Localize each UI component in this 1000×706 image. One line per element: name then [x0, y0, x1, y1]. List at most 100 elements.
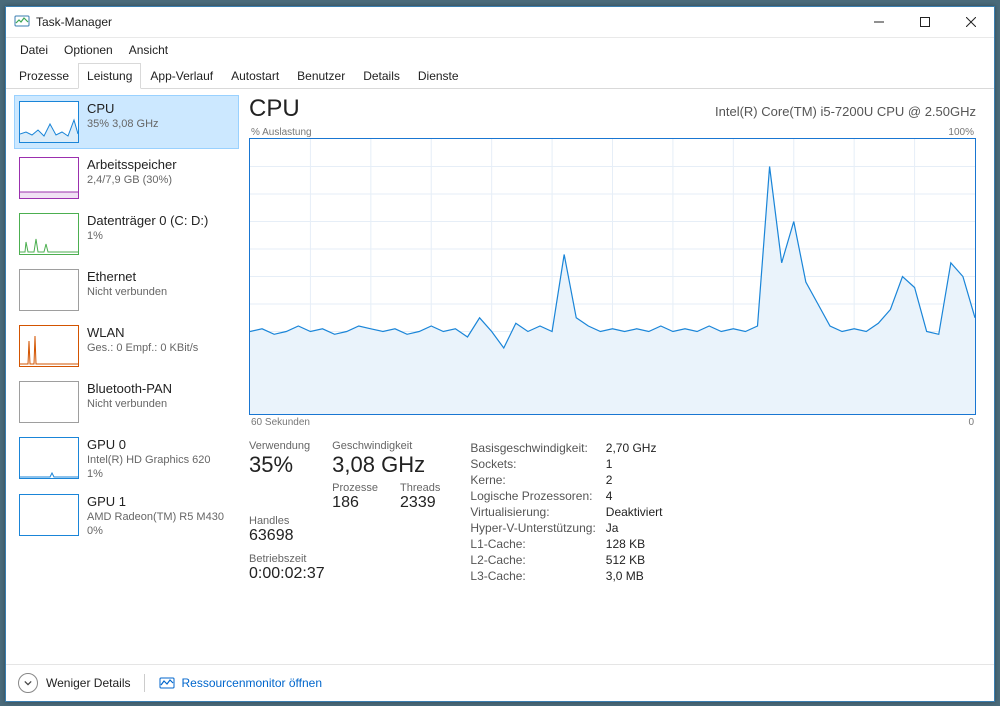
tab-dienste[interactable]: Dienste [409, 63, 468, 88]
info-value: 128 KB [606, 536, 673, 552]
speed-value: 3,08 GHz [332, 452, 440, 478]
separator [144, 674, 145, 692]
usage-label: Verwendung [249, 440, 310, 452]
sidebar-item-title: Ethernet [87, 269, 167, 284]
usage-value: 35% [249, 452, 310, 478]
chart-y-max: 100% [948, 127, 974, 138]
info-key: Kerne: [470, 472, 605, 488]
minimize-button[interactable] [856, 7, 902, 37]
info-key: Sockets: [470, 456, 605, 472]
sidebar-item-subtitle: 2,4/7,9 GB (30%) [87, 174, 177, 186]
info-key: Logische Prozessoren: [470, 488, 605, 504]
footer-bar: Weniger Details Ressourcenmonitor öffnen [6, 664, 994, 701]
window-title: Task-Manager [36, 15, 112, 29]
close-button[interactable] [948, 7, 994, 37]
menu-ansicht[interactable]: Ansicht [123, 40, 174, 60]
cpu-stats-detail: Basisgeschwindigkeit:2,70 GHzSockets:1Ke… [470, 440, 672, 584]
info-key: L1-Cache: [470, 536, 605, 552]
performance-sidebar: CPU 35% 3,08 GHz Arbeitsspeicher 2,4/7,9 GB… [6, 89, 239, 665]
processes-value: 186 [332, 494, 378, 512]
cpu-pane: CPU Intel(R) Core(TM) i5-7200U CPU @ 2.5… [239, 89, 994, 665]
info-value: 1 [606, 456, 673, 472]
task-manager-window: Task-Manager DateiOptionenAnsicht Prozes… [5, 6, 995, 702]
uptime-value: 0:00:02:37 [249, 565, 440, 583]
threads-value: 2339 [400, 494, 440, 512]
sidebar-item-subtitle: AMD Radeon(TM) R5 M430 [87, 511, 224, 523]
sidebar-item-subtitle: Nicht verbunden [87, 286, 167, 298]
sidebar-item-subtitle: Ges.: 0 Empf.: 0 KBit/s [87, 342, 198, 354]
pane-title: CPU [249, 95, 300, 123]
chart-x-right: 0 [968, 417, 974, 428]
info-value: 2 [606, 472, 673, 488]
info-key: L2-Cache: [470, 552, 605, 568]
sidebar-item-bluetooth-pan[interactable]: Bluetooth-PAN Nicht verbunden [14, 375, 239, 429]
sidebar-thumbnail [19, 269, 79, 311]
sidebar-item-subtitle: Intel(R) HD Graphics 620 [87, 454, 211, 466]
sidebar-item-title: Datenträger 0 (C: D:) [87, 213, 208, 228]
sidebar-item-subtitle2: 1% [87, 468, 211, 480]
sidebar-item-subtitle: 35% 3,08 GHz [87, 118, 159, 130]
fewer-details-button[interactable]: Weniger Details [18, 673, 130, 693]
sidebar-item-subtitle: 1% [87, 230, 208, 242]
menu-optionen[interactable]: Optionen [58, 40, 119, 60]
info-value: 3,0 MB [606, 568, 673, 584]
tab-autostart[interactable]: Autostart [222, 63, 288, 88]
sidebar-thumbnail [19, 381, 79, 423]
sidebar-item-title: GPU 0 [87, 437, 211, 452]
chevron-up-icon [18, 673, 38, 693]
threads-label: Threads [400, 482, 440, 494]
uptime-label: Betriebszeit [249, 553, 440, 565]
menu-datei[interactable]: Datei [14, 40, 54, 60]
info-key: L3-Cache: [470, 568, 605, 584]
cpu-utilization-chart [249, 138, 976, 415]
handles-label: Handles [249, 515, 310, 527]
sidebar-item-datentr-ger-0-c-d-[interactable]: Datenträger 0 (C: D:) 1% [14, 207, 239, 261]
sidebar-item-wlan[interactable]: WLAN Ges.: 0 Empf.: 0 KBit/s [14, 319, 239, 373]
info-key: Virtualisierung: [470, 504, 605, 520]
sidebar-item-arbeitsspeicher[interactable]: Arbeitsspeicher 2,4/7,9 GB (30%) [14, 151, 239, 205]
cpu-model: Intel(R) Core(TM) i5-7200U CPU @ 2.50GHz [715, 104, 976, 119]
info-value: 2,70 GHz [606, 440, 673, 456]
menu-bar: DateiOptionenAnsicht [6, 38, 994, 62]
speed-label: Geschwindigkeit [332, 440, 440, 452]
sidebar-item-gpu-1[interactable]: GPU 1 AMD Radeon(TM) R5 M430 0% [14, 488, 239, 543]
sidebar-item-gpu-0[interactable]: GPU 0 Intel(R) HD Graphics 620 1% [14, 431, 239, 486]
sidebar-item-ethernet[interactable]: Ethernet Nicht verbunden [14, 263, 239, 317]
sidebar-thumbnail [19, 325, 79, 367]
handles-value: 63698 [249, 527, 310, 545]
sidebar-item-title: Arbeitsspeicher [87, 157, 177, 172]
sidebar-item-title: GPU 1 [87, 494, 224, 509]
sidebar-thumbnail [19, 213, 79, 255]
sidebar-thumbnail [19, 101, 79, 143]
info-key: Hyper-V-Unterstützung: [470, 520, 605, 536]
info-value: 512 KB [606, 552, 673, 568]
chart-x-left: 60 Sekunden [251, 417, 310, 428]
sidebar-thumbnail [19, 494, 79, 536]
sidebar-item-cpu[interactable]: CPU 35% 3,08 GHz [14, 95, 239, 149]
sidebar-item-subtitle2: 0% [87, 525, 224, 537]
sidebar-thumbnail [19, 437, 79, 479]
processes-label: Prozesse [332, 482, 378, 494]
info-value: Ja [606, 520, 673, 536]
info-key: Basisgeschwindigkeit: [470, 440, 605, 456]
sidebar-item-subtitle: Nicht verbunden [87, 398, 172, 410]
info-value: Deaktiviert [606, 504, 673, 520]
sidebar-item-title: CPU [87, 101, 159, 116]
sidebar-item-title: Bluetooth-PAN [87, 381, 172, 396]
tab-app-verlauf[interactable]: App-Verlauf [141, 63, 222, 88]
resource-monitor-icon [159, 675, 175, 691]
tab-prozesse[interactable]: Prozesse [10, 63, 78, 88]
tab-benutzer[interactable]: Benutzer [288, 63, 354, 88]
tab-details[interactable]: Details [354, 63, 409, 88]
info-value: 4 [606, 488, 673, 504]
app-icon [14, 13, 36, 32]
sidebar-item-title: WLAN [87, 325, 198, 340]
chart-y-label: % Auslastung [251, 127, 312, 138]
sidebar-thumbnail [19, 157, 79, 199]
cpu-stats-primary: Verwendung 35% Geschwindigkeit 3,08 GHz … [249, 440, 440, 584]
maximize-button[interactable] [902, 7, 948, 37]
titlebar: Task-Manager [6, 7, 994, 38]
tab-strip: ProzesseLeistungApp-VerlaufAutostartBenu… [6, 62, 994, 89]
open-resource-monitor-link[interactable]: Ressourcenmonitor öffnen [159, 675, 322, 691]
tab-leistung[interactable]: Leistung [78, 63, 141, 89]
